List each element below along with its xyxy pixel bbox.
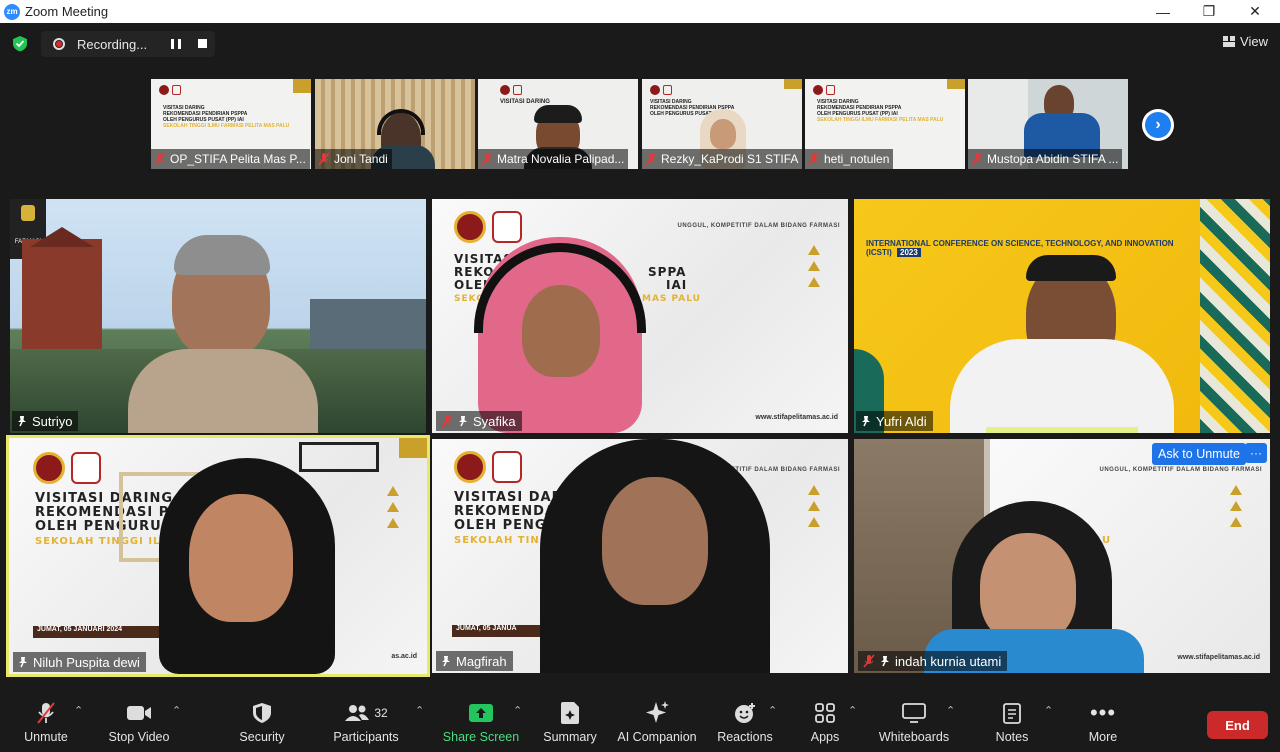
pin-icon <box>442 656 450 667</box>
share-screen-button[interactable]: Share Screen <box>443 700 519 750</box>
pin-icon <box>19 657 27 668</box>
stop-recording-icon[interactable] <box>198 39 207 48</box>
restore-button[interactable]: ❐ <box>1186 0 1232 23</box>
apps-icon <box>815 703 835 723</box>
slide-text: VISITASI DARING REKOMENDASI PENDIRIAN PSP… <box>163 105 290 129</box>
participant-name-label: Mustopa Abidin STIFA ... <box>968 149 1123 169</box>
pin-icon <box>862 416 870 427</box>
strip-participant-tile[interactable]: Mustopa Abidin STIFA ... <box>968 79 1128 169</box>
mic-muted-icon <box>37 702 55 724</box>
participant-name-label: Joni Tandi <box>315 149 392 169</box>
gallery-participant-tile[interactable]: INTERNATIONAL CONFERENCE ON SCIENCE, TEC… <box>854 199 1270 433</box>
end-meeting-button[interactable]: End <box>1207 711 1268 739</box>
gallery-participant-tile[interactable]: UNGGUL, KOMPETITIF DALAM BIDANG FARMASI … <box>432 439 848 673</box>
notes-icon <box>1003 703 1021 724</box>
participants-count: 32 <box>374 706 388 720</box>
participant-name-label: indah kurnia utami <box>858 651 1008 671</box>
apps-button[interactable]: Apps <box>804 700 846 750</box>
share-screen-icon <box>469 704 493 722</box>
strip-participant-tile[interactable]: VISITASI DARING Matra Novalia Palipad... <box>478 79 638 169</box>
reactions-button[interactable]: Reactions <box>716 700 774 750</box>
whiteboards-options-chevron-icon[interactable]: ⌃ <box>946 704 955 717</box>
security-shield-icon <box>253 703 271 723</box>
mic-muted-icon <box>441 414 453 428</box>
summary-icon <box>561 702 579 724</box>
share-options-chevron-icon[interactable]: ⌃ <box>513 704 522 717</box>
next-page-button[interactable]: › <box>1142 109 1174 141</box>
participant-name-label: heti_notulen <box>805 149 894 169</box>
participant-name-label: Magfirah <box>436 651 513 671</box>
stop-video-button[interactable]: Stop Video <box>106 700 172 750</box>
close-button[interactable]: ✕ <box>1232 0 1278 23</box>
participant-name-label: Syafika <box>436 411 522 431</box>
participants-button[interactable]: 32 Participants <box>330 700 402 750</box>
view-label: View <box>1240 34 1268 49</box>
ai-companion-button[interactable]: AI Companion <box>616 700 698 750</box>
participant-name-label: Yufri Aldi <box>856 411 933 431</box>
whiteboards-button[interactable]: Whiteboards <box>874 700 954 750</box>
reactions-options-chevron-icon[interactable]: ⌃ <box>768 704 777 717</box>
participants-options-chevron-icon[interactable]: ⌃ <box>415 704 424 717</box>
participant-name-label: OP_STIFA Pelita Mas P... <box>151 149 310 169</box>
more-dots-icon: ••• <box>1089 700 1117 725</box>
participant-name-label: Sutriyo <box>12 411 79 431</box>
security-button[interactable]: Security <box>236 700 288 750</box>
gallery-participant-tile[interactable]: UNGGUL, KOMPETITIF DALAM BIDANG FARMASI … <box>432 199 848 433</box>
pin-icon <box>881 656 889 667</box>
gallery-participant-tile-active-speaker[interactable]: VISITASI DARING REKOMENDASI PEND OLEH PENG… <box>6 435 430 677</box>
strip-participant-tile[interactable]: Joni Tandi <box>315 79 475 169</box>
participant-name-label: Niluh Puspita dewi <box>13 652 146 672</box>
mic-muted-icon <box>971 152 983 166</box>
recording-label: Recording... <box>77 36 148 52</box>
unmute-button[interactable]: Unmute <box>20 700 72 750</box>
mic-muted-icon <box>808 152 820 166</box>
strip-participant-tile[interactable]: VISITASI DARING REKOMENDASI PENDIRIAN PSP… <box>151 79 311 169</box>
notes-options-chevron-icon[interactable]: ⌃ <box>1044 704 1053 717</box>
pin-icon <box>459 416 467 427</box>
summary-button[interactable]: Summary <box>542 700 598 750</box>
recording-dot-icon <box>53 38 65 50</box>
conference-title: INTERNATIONAL CONFERENCE ON SCIENCE, TEC… <box>866 239 1174 257</box>
ask-to-unmute-button[interactable]: Ask to Unmute <box>1152 443 1246 465</box>
reactions-smiley-icon <box>735 703 755 723</box>
zoom-logo-icon: zm <box>4 3 20 20</box>
grid-view-icon <box>1223 36 1236 47</box>
window-title: Zoom Meeting <box>25 4 109 19</box>
participants-icon <box>345 705 370 721</box>
pin-icon <box>18 416 26 427</box>
view-button[interactable]: View <box>1223 34 1268 49</box>
mic-muted-icon <box>481 152 493 166</box>
encryption-shield-icon[interactable] <box>12 35 28 52</box>
whiteboard-icon <box>902 703 926 723</box>
video-options-chevron-icon[interactable]: ⌃ <box>172 704 181 717</box>
apps-options-chevron-icon[interactable]: ⌃ <box>848 704 857 717</box>
pause-recording-icon[interactable] <box>171 39 181 49</box>
ai-sparkle-icon <box>646 701 669 723</box>
meeting-top-bar: Recording... View <box>0 23 1280 65</box>
participant-name-label: Matra Novalia Palipad... <box>478 149 629 169</box>
mic-muted-icon <box>154 152 166 166</box>
strip-participant-tile[interactable]: VISITASI DARING REKOMENDASI PENDIRIAN PSP… <box>642 79 802 169</box>
minimize-button[interactable]: — <box>1140 0 1186 23</box>
recording-indicator: Recording... <box>41 31 215 57</box>
title-bar: zm Zoom Meeting — ❐ ✕ <box>0 0 1280 23</box>
notes-button[interactable]: Notes <box>990 700 1034 750</box>
mic-muted-icon <box>645 152 657 166</box>
audio-options-chevron-icon[interactable]: ⌃ <box>74 704 83 717</box>
participant-name-label: Rezky_KaProdi S1 STIFA <box>642 149 802 169</box>
strip-participant-tile[interactable]: VISITASI DARING REKOMENDASI PENDIRIAN PSP… <box>805 79 965 169</box>
gallery-participant-tile[interactable]: FARMASI Sutriyo <box>10 199 426 433</box>
video-camera-icon <box>127 706 151 720</box>
gallery-participant-tile[interactable]: UNGGUL, KOMPETITIF DALAM BIDANG FARMASI … <box>854 439 1270 673</box>
more-button[interactable]: ••• More <box>1084 700 1122 750</box>
chevron-right-icon: › <box>1145 112 1171 138</box>
mic-muted-icon <box>318 152 330 166</box>
participant-more-options-button[interactable]: ··· <box>1245 443 1267 463</box>
meeting-toolbar: Unmute ⌃ Stop Video ⌃ Security 32 Partic… <box>0 694 1280 752</box>
mic-muted-icon <box>863 654 875 668</box>
